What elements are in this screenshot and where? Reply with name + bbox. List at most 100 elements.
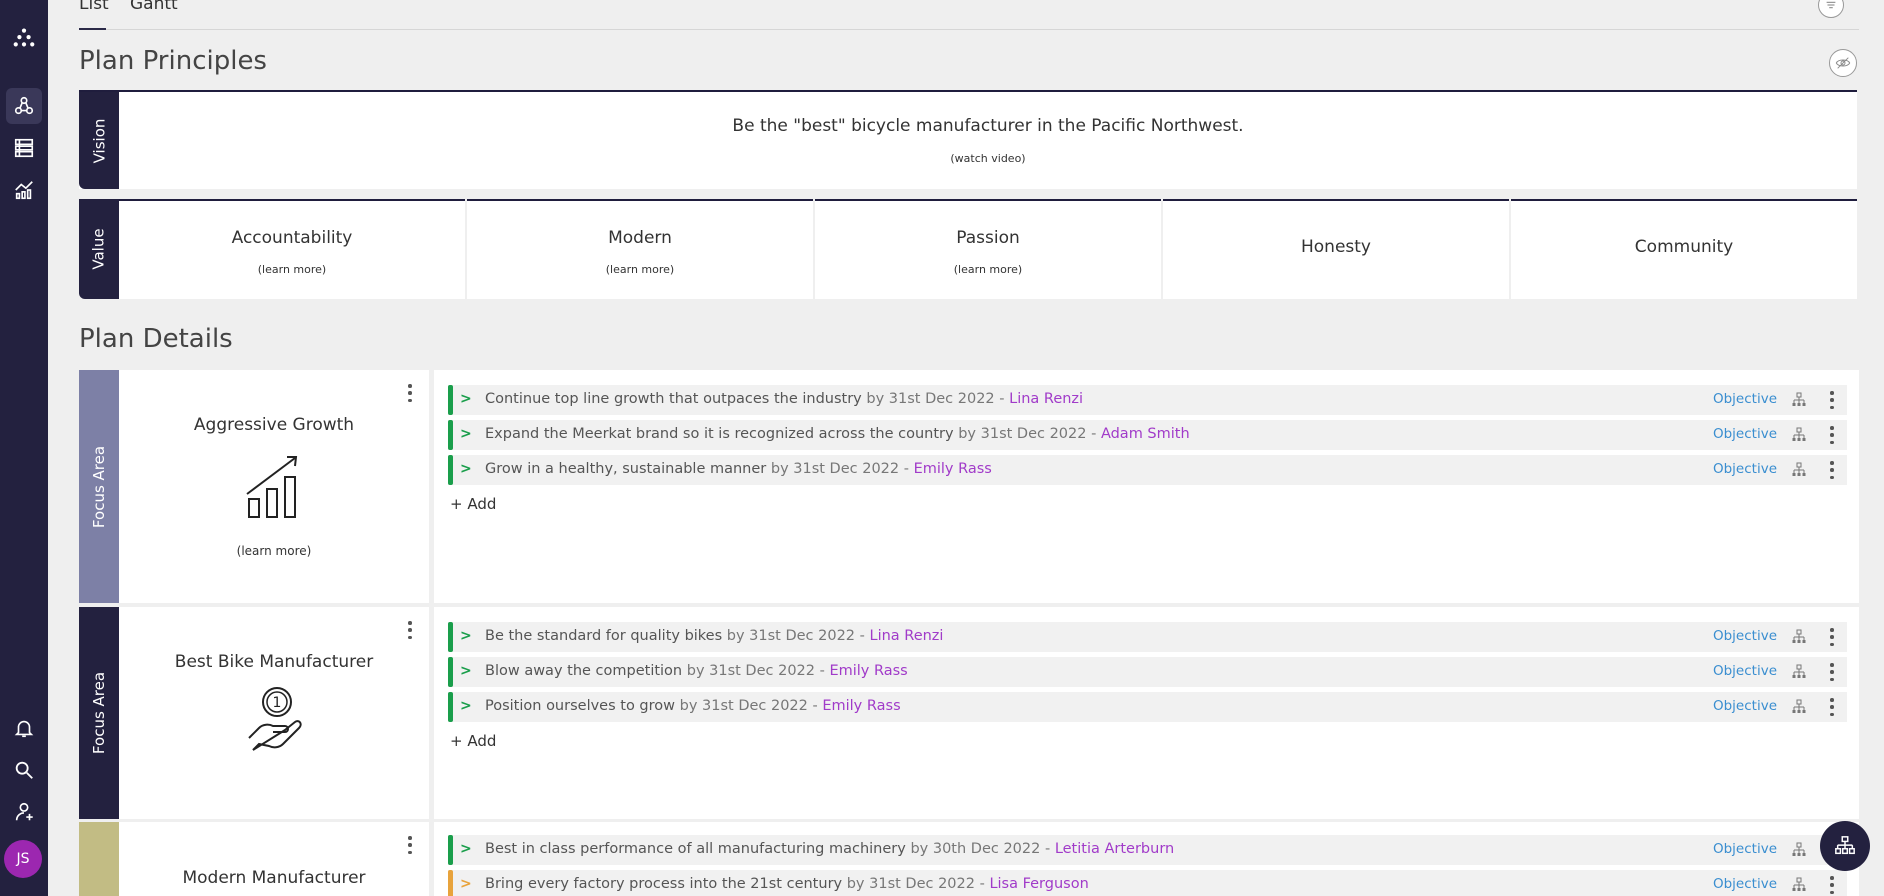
focus-area-title: Best Bike Manufacturer — [174, 652, 374, 672]
hierarchy-icon — [1835, 836, 1855, 855]
growth-chart-icon — [246, 456, 298, 518]
chevron-right-icon[interactable]: > — [460, 663, 472, 679]
chevron-right-icon[interactable]: > — [460, 876, 472, 892]
hierarchy-icon[interactable] — [1791, 427, 1807, 443]
objective-type-label[interactable]: Objective — [1713, 628, 1777, 644]
objective-type-label[interactable]: Objective — [1713, 841, 1777, 857]
objective-type-label[interactable]: Objective — [1713, 461, 1777, 477]
tab-gantt[interactable]: Gantt — [130, 0, 178, 14]
focus-area-summary: Aggressive Growth (learn more) — [119, 370, 429, 603]
chevron-right-icon[interactable]: > — [460, 841, 472, 857]
chevron-right-icon[interactable]: > — [460, 391, 472, 407]
strategy-map-icon[interactable] — [6, 88, 42, 124]
value-title: Modern — [608, 228, 672, 248]
add-objective-button[interactable]: + Add — [450, 495, 496, 513]
learn-more-link[interactable]: (learn more) — [467, 263, 813, 276]
status-bar — [448, 835, 453, 865]
value-card: Accountability (learn more) — [119, 199, 465, 299]
hierarchy-icon[interactable] — [1791, 392, 1807, 408]
filter-menu-button[interactable] — [1818, 0, 1844, 18]
plan-principles-heading: Plan Principles — [79, 46, 267, 76]
objective-type-label[interactable]: Objective — [1713, 876, 1777, 892]
objectives-list: > Continue top line growth that outpaces… — [434, 370, 1859, 603]
objective-menu-button[interactable] — [1829, 461, 1835, 479]
search-icon[interactable] — [6, 752, 42, 788]
focus-area-summary: Modern Manufacturer — [119, 822, 429, 896]
user-avatar[interactable]: JS — [4, 840, 42, 878]
org-chart-fab-button[interactable] — [1820, 821, 1870, 871]
objective-menu-button[interactable] — [1829, 698, 1835, 716]
hierarchy-icon[interactable] — [1791, 664, 1807, 680]
tab-list[interactable]: List — [79, 0, 109, 14]
chevron-right-icon[interactable]: > — [460, 426, 472, 442]
chevron-right-icon[interactable]: > — [460, 698, 472, 714]
objective-row[interactable]: > Bring every factory process into the 2… — [448, 870, 1847, 896]
vision-statement: Be the "best" bicycle manufacturer in th… — [732, 116, 1244, 136]
watch-video-link[interactable]: (watch video) — [119, 152, 1857, 165]
objective-row[interactable]: > Position ourselves to grow by 31st Dec… — [448, 692, 1847, 722]
notifications-bell-icon[interactable] — [6, 710, 42, 746]
objective-row[interactable]: > Expand the Meerkat brand so it is reco… — [448, 420, 1847, 450]
app-logo-icon[interactable] — [6, 20, 42, 56]
objective-date: by 31st Dec 2022 - — [726, 628, 865, 644]
objective-text: Position ourselves to grow — [485, 698, 676, 714]
eye-off-icon — [1835, 57, 1851, 69]
value-card: Passion (learn more) — [815, 199, 1161, 299]
objective-menu-button[interactable] — [1829, 426, 1835, 444]
hierarchy-icon[interactable] — [1791, 629, 1807, 645]
objective-text: Blow away the competition — [485, 663, 683, 679]
focus-area-menu-button[interactable] — [407, 621, 413, 639]
objective-owner: Adam Smith — [1100, 426, 1190, 442]
objective-menu-button[interactable] — [1829, 391, 1835, 409]
objective-menu-button[interactable] — [1829, 876, 1835, 894]
objective-date: by 31st Dec 2022 - — [846, 876, 985, 892]
objective-type-label[interactable]: Objective — [1713, 698, 1777, 714]
hierarchy-icon[interactable] — [1791, 842, 1807, 858]
chevron-right-icon[interactable]: > — [460, 628, 472, 644]
add-objective-button[interactable]: + Add — [450, 732, 496, 750]
objective-owner: Letitia Arterburn — [1054, 841, 1175, 857]
objective-menu-button[interactable] — [1829, 663, 1835, 681]
focus-area-card: Focus Area Best Bike Manufacturer 1 > Be… — [79, 607, 1859, 819]
learn-more-link[interactable]: (learn more) — [815, 263, 1161, 276]
objectives-list: > Best in class performance of all manuf… — [434, 822, 1859, 896]
objective-type-label[interactable]: Objective — [1713, 426, 1777, 442]
hierarchy-icon[interactable] — [1791, 877, 1807, 893]
value-title: Passion — [956, 228, 1020, 248]
status-bar — [448, 455, 453, 485]
objective-row[interactable]: > Grow in a healthy, sustainable manner … — [448, 455, 1847, 485]
focus-area-menu-button[interactable] — [407, 384, 413, 402]
objective-row[interactable]: > Blow away the competition by 31st Dec … — [448, 657, 1847, 687]
objective-owner: Lina Renzi — [1009, 391, 1084, 407]
value-card: Honesty — [1163, 199, 1509, 299]
hide-principles-button[interactable] — [1829, 49, 1857, 77]
value-title: Honesty — [1300, 237, 1371, 257]
list-view-icon[interactable] — [6, 130, 42, 166]
learn-more-link[interactable]: (learn more) — [119, 544, 429, 558]
learn-more-link[interactable]: (learn more) — [119, 263, 465, 276]
hierarchy-icon[interactable] — [1791, 462, 1807, 478]
analytics-icon[interactable] — [6, 172, 42, 208]
objective-row[interactable]: > Be the standard for quality bikes by 3… — [448, 622, 1847, 652]
svg-text:1: 1 — [273, 695, 282, 711]
sidebar: JS — [0, 0, 48, 896]
objective-date: by 30th Dec 2022 - — [910, 841, 1051, 857]
objective-date: by 31st Dec 2022 - — [866, 391, 1005, 407]
objective-text: Continue top line growth that outpaces t… — [485, 391, 862, 407]
hierarchy-icon[interactable] — [1791, 699, 1807, 715]
objective-row[interactable]: > Continue top line growth that outpaces… — [448, 385, 1847, 415]
focus-area-menu-button[interactable] — [407, 836, 413, 854]
objective-row[interactable]: > Best in class performance of all manuf… — [448, 835, 1847, 865]
objective-owner: Emily Rass — [913, 461, 992, 477]
objective-type-label[interactable]: Objective — [1713, 391, 1777, 407]
objective-type-label[interactable]: Objective — [1713, 663, 1777, 679]
objective-menu-button[interactable] — [1829, 628, 1835, 646]
vision-card: Vision Be the "best" bicycle manufacture… — [79, 90, 1857, 189]
status-bar — [448, 385, 453, 415]
objectives-list: > Be the standard for quality bikes by 3… — [434, 607, 1859, 819]
chevron-right-icon[interactable]: > — [460, 461, 472, 477]
add-user-icon[interactable] — [6, 794, 42, 830]
view-tabs: List Gantt — [79, 0, 1859, 30]
value-card: Modern (learn more) — [467, 199, 813, 299]
focus-area-title: Modern Manufacturer — [182, 868, 366, 888]
